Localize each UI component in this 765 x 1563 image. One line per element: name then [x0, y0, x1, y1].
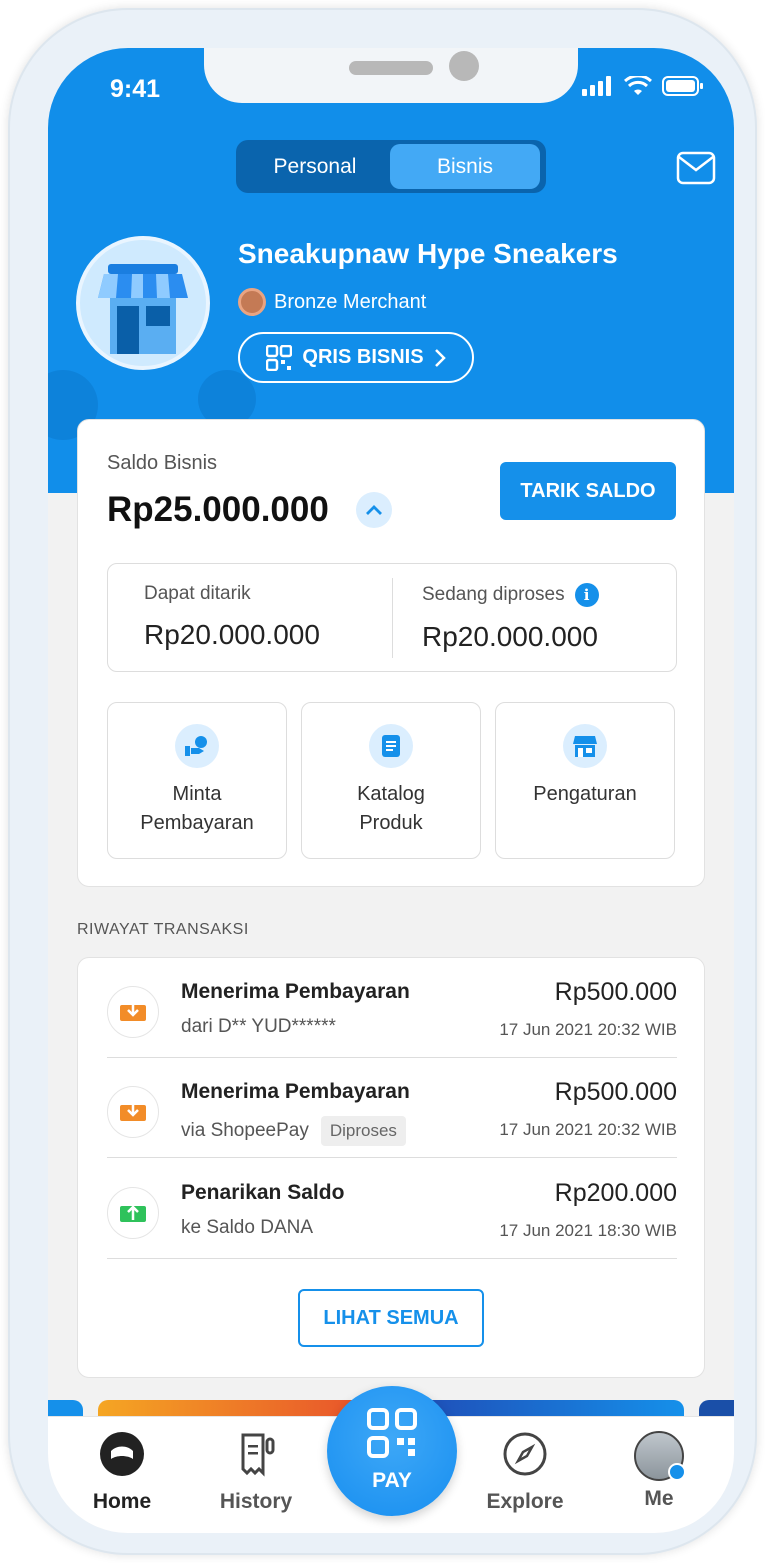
explore-label: Explore [486, 1490, 564, 1513]
transaction-source: via ShopeePay [181, 1120, 309, 1141]
qris-bisnis-button[interactable]: QRIS BISNIS [238, 332, 474, 383]
available-value: Rp20.000.000 [144, 619, 320, 650]
transaction-amount: Rp500.000 [554, 978, 677, 1006]
store-icon [563, 724, 607, 768]
divider [392, 578, 393, 658]
transaction-source: dari D** YUD****** [181, 1016, 336, 1037]
mail-icon[interactable] [676, 151, 716, 190]
hand-coin-icon [175, 724, 219, 768]
transaction-title: Penarikan Saldo [181, 1181, 345, 1204]
pay-label: PAY [372, 1469, 412, 1492]
transaction-list: Menerima Pembayaran dari D** YUD****** R… [77, 957, 705, 1378]
bronze-badge-icon [238, 288, 266, 316]
transaction-date: 17 Jun 2021 18:30 WIB [499, 1221, 677, 1240]
receive-icon [107, 986, 159, 1038]
store-avatar [76, 236, 210, 370]
history-label: History [219, 1490, 293, 1513]
transaction-date: 17 Jun 2021 20:32 WIB [499, 1120, 677, 1139]
transaction-title: Menerima Pembayaran [181, 980, 410, 1003]
tab-personal[interactable]: Personal [240, 144, 390, 189]
transaction-subtitle: ke Saldo DANA [181, 1217, 313, 1239]
tab-home[interactable]: Home [67, 1431, 177, 1514]
transaction-row[interactable]: Penarikan Saldo ke Saldo DANA Rp200.000 … [107, 1159, 677, 1259]
transaction-title: Menerima Pembayaran [181, 1080, 410, 1103]
home-icon [100, 1432, 144, 1476]
tab-explore[interactable]: Explore [470, 1431, 580, 1514]
chevron-right-icon [434, 348, 446, 367]
tab-history[interactable]: History [201, 1431, 311, 1514]
tab-bisnis[interactable]: Bisnis [390, 144, 540, 189]
status-badge: Diproses [320, 1116, 406, 1146]
camera [449, 51, 479, 81]
available-balance: Dapat ditarik Rp20.000.000 [144, 583, 320, 651]
me-label: Me [644, 1487, 674, 1510]
receive-icon [107, 1086, 159, 1138]
wifi-icon [624, 76, 652, 95]
qr-code-icon [266, 344, 293, 371]
tier-label: Bronze Merchant [274, 290, 427, 313]
transaction-amount: Rp500.000 [554, 1078, 677, 1106]
product-catalog-button[interactable]: Katalog Produk [301, 702, 481, 859]
available-label: Dapat ditarik [144, 583, 251, 604]
withdraw-icon [107, 1187, 159, 1239]
section-title: RIWAYAT TRANSAKSI [77, 921, 249, 938]
transaction-subtitle: via ShopeePay Diproses [181, 1116, 406, 1146]
status-icons [582, 76, 704, 96]
settings-button[interactable]: Pengaturan [495, 702, 675, 859]
balance-card: Saldo Bisnis Rp25.000.000 TARIK SALDO Da… [77, 419, 705, 887]
battery-icon [662, 76, 703, 96]
qr-scan-icon [367, 1408, 417, 1458]
speaker [349, 61, 433, 75]
account-type-switch: Personal Bisnis [236, 140, 546, 193]
app-screen: 9:41 Personal Bisnis Sneakupnaw Hype Sne… [48, 48, 734, 1533]
tab-me[interactable]: Me [604, 1431, 714, 1511]
request-payment-button[interactable]: Minta Pembayaran [107, 702, 287, 859]
see-all-button[interactable]: LIHAT SEMUA [298, 1289, 484, 1347]
pay-button[interactable]: PAY [327, 1386, 457, 1516]
chevron-up-icon [366, 505, 382, 515]
processing-balance: Sedang diproses i Rp20.000.000 [422, 583, 599, 653]
balance-value: Rp25.000.000 [107, 490, 329, 529]
avatar [634, 1431, 686, 1481]
request-payment-label: Minta Pembayaran [140, 783, 254, 834]
signal-icon [582, 76, 611, 96]
transaction-amount: Rp200.000 [554, 1179, 677, 1207]
document-icon [369, 724, 413, 768]
withdraw-button[interactable]: TARIK SALDO [500, 462, 676, 520]
transaction-subtitle: dari D** YUD****** [181, 1016, 336, 1038]
balance-collapse-button[interactable] [356, 492, 392, 528]
transaction-row[interactable]: Menerima Pembayaran dari D** YUD****** R… [107, 958, 677, 1058]
verified-shield-icon [668, 1463, 686, 1481]
transaction-row[interactable]: Menerima Pembayaran via ShopeePay Dipros… [107, 1058, 677, 1158]
merchant-name: Sneakupnaw Hype Sneakers [238, 238, 618, 269]
device-notch [204, 48, 578, 103]
home-label: Home [92, 1490, 152, 1513]
store-icon [98, 264, 188, 354]
phone-frame: 9:41 Personal Bisnis Sneakupnaw Hype Sne… [8, 8, 757, 1555]
merchant-tier: Bronze Merchant [238, 288, 426, 316]
info-icon[interactable]: i [574, 583, 599, 607]
processing-value: Rp20.000.000 [422, 621, 598, 652]
balance-breakdown: Dapat ditarik Rp20.000.000 Sedang dipros… [107, 563, 677, 672]
compass-icon [503, 1432, 547, 1476]
history-icon [241, 1433, 275, 1477]
transaction-date: 17 Jun 2021 20:32 WIB [499, 1020, 677, 1039]
qris-label: QRIS BISNIS [302, 346, 424, 368]
status-time: 9:41 [110, 75, 161, 103]
settings-label: Pengaturan [533, 783, 637, 805]
product-catalog-label: Katalog Produk [357, 783, 425, 834]
processing-label: Sedang diproses [422, 584, 565, 605]
transaction-destination: ke Saldo DANA [181, 1217, 314, 1238]
balance-label: Saldo Bisnis [107, 452, 218, 474]
